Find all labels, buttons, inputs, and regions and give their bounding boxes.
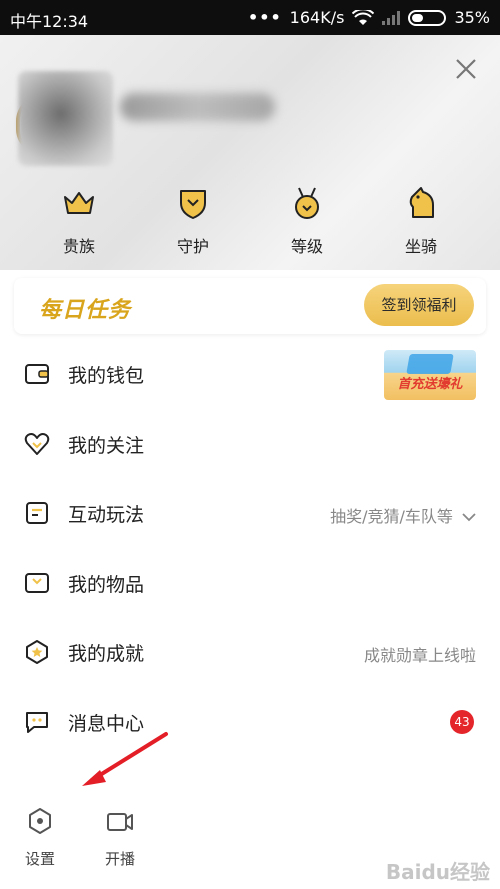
menu-item-wallet[interactable]: 我的钱包 首充送壕礼 — [0, 340, 500, 410]
first-recharge-promo[interactable]: 首充送壕礼 — [384, 350, 476, 400]
box-icon — [25, 572, 49, 593]
wallet-icon — [25, 364, 49, 384]
signal-icon — [382, 10, 401, 25]
menu-item-hint: 成就勋章上线啦 — [363, 646, 476, 665]
wifi-icon — [352, 9, 375, 25]
perks-row: 贵族 守护 等级 坐骑 — [0, 185, 500, 256]
broadcast-label: 开播 — [104, 850, 135, 868]
settings-icon — [29, 808, 51, 834]
camera-icon — [107, 813, 133, 831]
bottom-bar: 设置 开播 Baidu经验 — [0, 800, 500, 889]
message-icon — [26, 711, 48, 733]
status-dots: ••• — [247, 8, 282, 27]
close-icon[interactable] — [454, 57, 478, 81]
promo-text: 首充送壕礼 — [397, 377, 463, 392]
hint-text: 抽奖/竞猜/车队等 — [330, 507, 453, 526]
medal-icon — [295, 187, 319, 219]
checkin-button[interactable]: 签到领福利 — [364, 284, 474, 326]
menu-item-interactive[interactable]: 互动玩法 抽奖/竞猜/车队等 — [0, 479, 500, 549]
status-time: 中午12:34 — [10, 12, 89, 31]
annotation-arrow — [82, 732, 168, 786]
perk-label: 等级 — [290, 237, 323, 256]
username-blurred — [120, 93, 275, 121]
perk-nobility[interactable]: 贵族 — [22, 185, 136, 256]
profile-header: 贵族 守护 等级 坐骑 — [0, 35, 500, 270]
menu-item-label: 我的成就 — [68, 643, 145, 665]
menu-item-label: 我的钱包 — [68, 365, 145, 387]
shield-icon — [180, 190, 206, 219]
menu-item-follow[interactable]: 我的关注 — [0, 410, 500, 480]
status-bar: 中午12:34 ••• 164K/s 35% — [0, 0, 500, 35]
unread-badge: 43 — [450, 709, 474, 734]
menu-item-label: 互动玩法 — [68, 504, 145, 526]
perk-mount[interactable]: 坐骑 — [364, 185, 478, 256]
menu-list: 我的钱包 首充送壕礼 我的关注 互动玩法 抽奖/竞猜/车队等 我的物品 我的成就… — [0, 340, 500, 757]
perk-guard[interactable]: 守护 — [136, 185, 250, 256]
chevron-down-icon — [462, 513, 476, 522]
settings-label: 设置 — [24, 850, 55, 868]
achievement-icon — [26, 640, 48, 664]
menu-item-label: 我的物品 — [68, 573, 145, 596]
menu-item-items[interactable]: 我的物品 — [0, 549, 500, 619]
note-icon — [26, 502, 48, 524]
watermark: Baidu经验 — [385, 860, 490, 884]
crown-icon — [64, 192, 94, 214]
perk-label: 贵族 — [62, 237, 95, 256]
gem-icon — [406, 354, 454, 374]
horse-icon — [409, 187, 434, 218]
menu-item-hint: 抽奖/竞猜/车队等 — [330, 503, 476, 527]
daily-task-title: 每日任务 — [39, 298, 132, 323]
battery-icon — [408, 9, 447, 26]
menu-item-label: 我的关注 — [68, 434, 145, 457]
heart-icon — [24, 432, 50, 455]
menu-item-messages[interactable]: 消息中心 43 — [0, 688, 500, 758]
perk-label: 坐骑 — [404, 237, 437, 256]
avatar[interactable] — [18, 71, 113, 166]
perk-level[interactable]: 等级 — [250, 185, 364, 256]
daily-task-card[interactable]: 每日任务 签到领福利 — [14, 278, 486, 334]
network-speed: 164K/s — [289, 8, 345, 27]
menu-item-achievement[interactable]: 我的成就 成就勋章上线啦 — [0, 618, 500, 688]
broadcast-button[interactable]: 开播 — [90, 806, 150, 869]
battery-percent: 35% — [454, 8, 490, 27]
settings-button[interactable]: 设置 — [10, 806, 70, 869]
perk-label: 守护 — [176, 237, 209, 256]
